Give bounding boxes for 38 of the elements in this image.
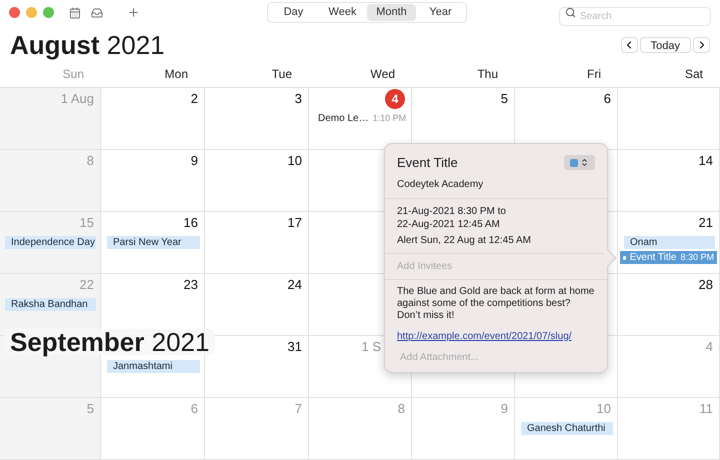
day-number: 8 <box>398 400 405 418</box>
day-number: 28 <box>698 276 713 294</box>
weekday-label: Mon <box>164 66 188 83</box>
day-number: 9 <box>190 152 198 170</box>
day-number: 4 <box>385 89 405 109</box>
day-number: 1 S <box>361 338 381 356</box>
day-number: 1 Aug <box>60 90 94 108</box>
day-number: 6 <box>190 400 198 418</box>
day-number: 24 <box>288 276 302 294</box>
day-number: 14 <box>698 152 713 170</box>
day-number: 9 <box>500 400 508 418</box>
day-number: 15 <box>80 214 94 232</box>
weekday-label: Fri <box>587 66 601 83</box>
day-number: 21 <box>698 214 713 232</box>
day-number: 7 <box>294 400 302 418</box>
day-number: 8 <box>86 152 94 170</box>
day-number: 22 <box>80 276 94 294</box>
month-title-overlay: September 2021 <box>4 329 216 355</box>
day-number: 2 <box>190 90 198 108</box>
day-number: 5 <box>86 400 94 418</box>
day-number: 4 <box>706 338 713 356</box>
day-number: 10 <box>596 400 611 418</box>
weekday-label: Sun <box>62 66 84 83</box>
weekday-label: Tue <box>272 66 292 83</box>
day-number: 17 <box>288 214 302 232</box>
day-number: 5 <box>500 90 508 108</box>
day-number: 3 <box>294 90 302 108</box>
weekday-label: Thu <box>477 66 498 83</box>
weekday-label: Wed <box>370 66 395 83</box>
day-number: 10 <box>288 152 302 170</box>
month-title: August 2021 <box>10 28 165 62</box>
day-number: 31 <box>288 338 302 356</box>
day-number: 11 <box>700 400 713 418</box>
day-number: 16 <box>184 214 198 232</box>
calendar-name: Codeytek Academy <box>397 178 484 192</box>
weekday-label: Sat <box>684 66 703 83</box>
day-number: 6 <box>604 90 611 108</box>
day-number: 23 <box>184 276 198 294</box>
